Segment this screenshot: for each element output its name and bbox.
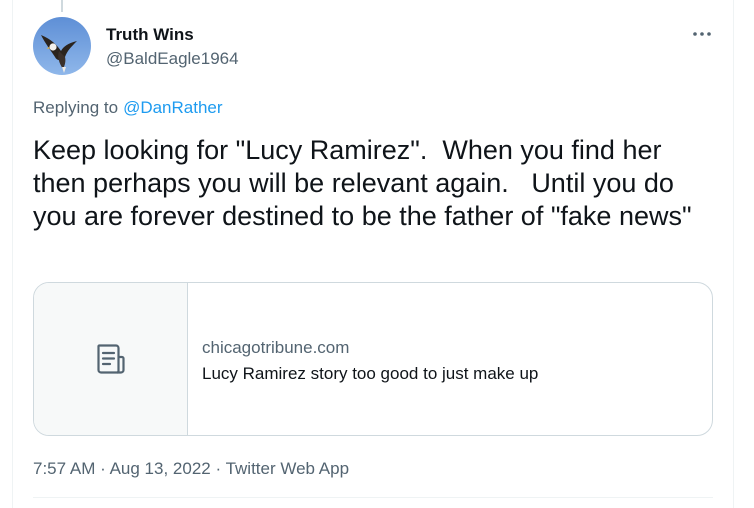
card-thumbnail xyxy=(34,283,188,435)
tweet-metadata: 7:57 AM · Aug 13, 2022 · Twitter Web App xyxy=(33,458,349,479)
timeline-border-left xyxy=(12,0,13,508)
avatar[interactable] xyxy=(33,17,91,75)
link-preview-card[interactable]: chicagotribune.com Lucy Ramirez story to… xyxy=(33,282,713,436)
more-horizontal-icon xyxy=(693,32,711,36)
article-document-icon xyxy=(96,344,125,374)
tweet-text: Keep looking for "Lucy Ramirez". When yo… xyxy=(33,135,692,231)
card-domain: chicagotribune.com xyxy=(202,338,350,357)
tweet-source[interactable]: Twitter Web App xyxy=(226,459,349,478)
more-options-button[interactable] xyxy=(688,22,716,46)
replying-to: Replying to @DanRather xyxy=(33,97,223,118)
user-handle[interactable]: @BaldEagle1964 xyxy=(106,48,239,69)
thread-connector-line xyxy=(61,0,63,12)
tweet-time[interactable]: 7:57 AM xyxy=(33,459,95,478)
replying-to-label: Replying to xyxy=(33,98,119,117)
divider xyxy=(33,497,713,498)
meta-separator: · xyxy=(100,459,106,478)
card-title: Lucy Ramirez story too good to just make… xyxy=(202,364,539,383)
reply-mention-link[interactable]: @DanRather xyxy=(123,98,222,117)
timeline-border-right xyxy=(733,0,734,508)
display-name[interactable]: Truth Wins xyxy=(106,24,194,45)
meta-separator: · xyxy=(215,459,222,478)
tweet-date[interactable]: Aug 13, 2022 xyxy=(110,459,211,478)
bald-eagle-avatar-icon xyxy=(33,17,91,75)
